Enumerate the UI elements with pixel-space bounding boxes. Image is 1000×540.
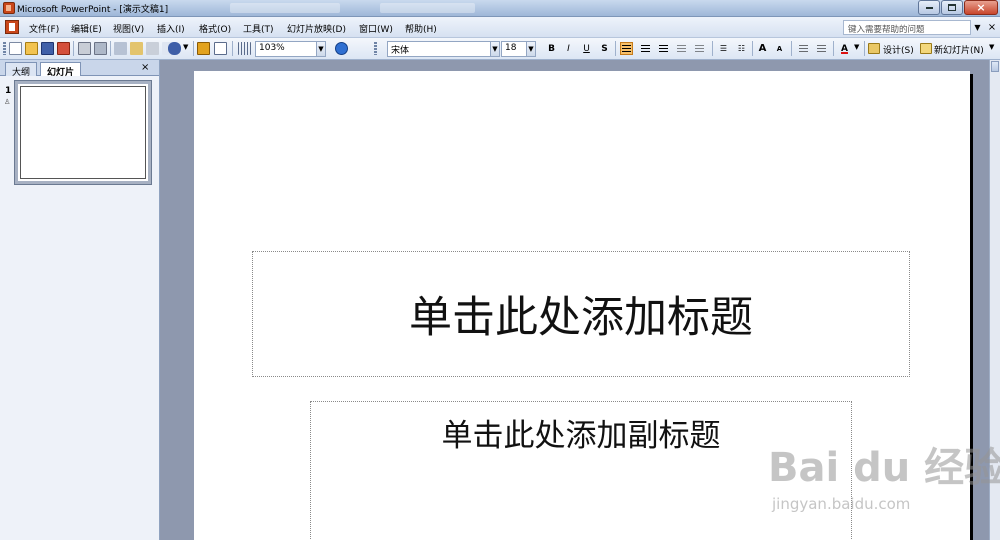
grow-font-button[interactable]: A (756, 42, 769, 55)
title-placeholder[interactable]: 单击此处添加标题 (252, 251, 910, 377)
distribute-icon (695, 44, 704, 53)
font-select[interactable]: 宋体 (387, 41, 492, 57)
close-icon: × (976, 1, 986, 14)
menu-file[interactable]: 文件(F) (29, 22, 59, 35)
taskbar-ghost (380, 3, 475, 13)
copy-icon[interactable] (130, 42, 143, 55)
minimize-icon (925, 6, 933, 9)
new-slide-icon (920, 43, 932, 54)
paste-icon[interactable] (146, 42, 159, 55)
close-button[interactable]: × (964, 0, 998, 15)
font-color-button[interactable]: A (838, 42, 851, 55)
toolbar: ▼ 103% ▼ 宋体 ▼ 18 ▼ B I U S ☰ ☷ A A A ▼ 设… (0, 38, 1000, 60)
toolbar-grip[interactable] (3, 42, 6, 55)
numbering-icon: ☰ (719, 44, 728, 53)
document-close-icon[interactable]: × (986, 20, 998, 35)
grid-icon[interactable] (238, 42, 251, 55)
undo-icon[interactable] (168, 42, 181, 55)
increase-indent-icon (817, 44, 826, 53)
baidu-watermark: Bai du 经验 jingyan.baidu.com (768, 435, 1000, 520)
font-dropdown-arrow-icon[interactable]: ▼ (490, 41, 500, 57)
font-size-select[interactable]: 18 (501, 41, 527, 57)
preview-icon[interactable] (94, 42, 107, 55)
justify-button[interactable] (675, 42, 688, 55)
tab-slides[interactable]: 幻灯片 (40, 62, 82, 78)
slide-number: 1 (5, 86, 12, 96)
underline-button[interactable]: U (580, 42, 593, 55)
align-right-button[interactable] (657, 42, 670, 55)
menu-tools[interactable]: 工具(T) (243, 22, 274, 35)
menu-view[interactable]: 视图(V) (113, 22, 144, 35)
save-icon[interactable] (41, 42, 54, 55)
scroll-up-button[interactable] (991, 61, 999, 72)
toolbar-grip[interactable] (374, 42, 377, 55)
chart-icon[interactable] (197, 42, 210, 55)
document-icon[interactable] (5, 20, 19, 34)
bold-button[interactable]: B (545, 42, 558, 55)
align-center-icon (641, 44, 650, 53)
permission-icon[interactable] (57, 42, 70, 55)
minimize-button[interactable] (918, 0, 940, 15)
align-left-button[interactable] (620, 42, 633, 55)
window-title: Microsoft PowerPoint - [演示文稿1] (17, 5, 169, 15)
decrease-indent-icon (799, 44, 808, 53)
pane-tabs: 大纲 幻灯片 × (0, 60, 159, 78)
design-button[interactable]: 设计(S) (883, 43, 914, 56)
justify-icon (677, 44, 686, 53)
increase-indent-button[interactable] (815, 42, 828, 55)
menu-help[interactable]: 帮助(H) (405, 22, 437, 35)
new-icon[interactable] (9, 42, 22, 55)
bullets-icon: ☷ (737, 44, 746, 53)
watermark-logo-text: Bai du 经验 (768, 445, 1000, 491)
italic-button[interactable]: I (562, 42, 575, 55)
tab-outline[interactable]: 大纲 (5, 62, 38, 78)
print-icon[interactable] (78, 42, 91, 55)
menu-edit[interactable]: 编辑(E) (71, 22, 102, 35)
menu-window[interactable]: 窗口(W) (359, 22, 393, 35)
decrease-indent-button[interactable] (797, 42, 810, 55)
font-size-dropdown-arrow-icon[interactable]: ▼ (526, 41, 536, 57)
title-bar: Microsoft PowerPoint - [演示文稿1] × (0, 0, 1000, 17)
numbering-button[interactable]: ☰ (717, 42, 730, 55)
open-icon[interactable] (25, 42, 38, 55)
bullets-button[interactable]: ☷ (735, 42, 748, 55)
cut-icon[interactable] (114, 42, 127, 55)
help-dropdown-arrow-icon[interactable]: ▼ (972, 20, 983, 35)
watermark-url: jingyan.baidu.com (772, 495, 911, 513)
undo-dropdown-icon[interactable]: ▼ (183, 43, 188, 51)
zoom-select[interactable]: 103% (255, 41, 317, 57)
powerpoint-app-icon[interactable] (3, 2, 15, 14)
powerpoint-window: Microsoft PowerPoint - [演示文稿1] × 文件(F) 编… (0, 0, 1000, 540)
menu-slideshow[interactable]: 幻灯片放映(D) (287, 22, 346, 35)
help-icon[interactable] (335, 42, 348, 55)
shadow-button[interactable]: S (598, 42, 611, 55)
help-search-input[interactable]: 键入需要帮助的问题 (843, 20, 971, 35)
design-icon (868, 43, 880, 54)
slide-thumbnail-frame (20, 86, 146, 179)
pane-close-icon[interactable]: × (141, 62, 149, 73)
distribute-button[interactable] (693, 42, 706, 55)
new-slide-button[interactable]: 新幻灯片(N) (934, 43, 984, 56)
align-right-icon (659, 44, 668, 53)
slides-pane: 大纲 幻灯片 × 1 ♙ (0, 60, 160, 540)
slide-transition-icon: ♙ (4, 98, 11, 106)
align-center-button[interactable] (639, 42, 652, 55)
menu-insert[interactable]: 插入(I) (157, 22, 185, 35)
table-icon[interactable] (214, 42, 227, 55)
zoom-dropdown-arrow-icon[interactable]: ▼ (316, 41, 326, 57)
toolbar-options-icon[interactable]: ▼ (989, 43, 994, 51)
align-left-icon (622, 44, 631, 53)
maximize-button[interactable] (941, 0, 963, 15)
shrink-font-button[interactable]: A (773, 42, 786, 55)
maximize-icon (948, 4, 956, 11)
menu-format[interactable]: 格式(O) (199, 22, 231, 35)
taskbar-ghost (230, 3, 340, 13)
slide-thumbnail[interactable] (15, 81, 151, 184)
font-color-dropdown-icon[interactable]: ▼ (854, 43, 859, 51)
